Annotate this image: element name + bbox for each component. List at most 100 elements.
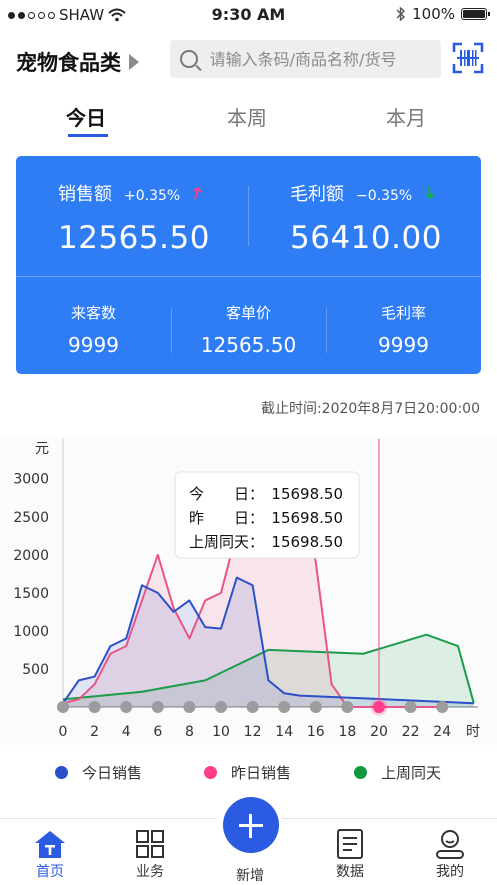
metric-value: 12565.50 bbox=[200, 333, 297, 357]
status-bar: SHAW 9:30 AM 100% bbox=[0, 0, 497, 30]
search-box[interactable] bbox=[170, 40, 441, 78]
legend-item-today[interactable]: 今日销售 bbox=[55, 762, 142, 783]
tabbar-label: 新增 bbox=[236, 868, 264, 884]
legend-dot bbox=[55, 766, 68, 779]
y-tick-label: 3000 bbox=[13, 472, 49, 488]
y-axis-label: 元 bbox=[35, 441, 49, 457]
tooltip-label: 昨 日： bbox=[189, 509, 264, 527]
summary-card: 销售额 +0.35% 12565.50 毛利额 −0.35% 56410.00 … bbox=[16, 156, 481, 374]
x-tick-label: 8 bbox=[185, 724, 194, 740]
legend-dot bbox=[204, 766, 217, 779]
x-tick-label: 16 bbox=[307, 724, 325, 740]
tabbar-home[interactable]: 首页 bbox=[15, 827, 85, 881]
x-tick-dot bbox=[151, 701, 164, 713]
bluetooth-icon bbox=[396, 6, 406, 22]
sales-label: 销售额 bbox=[58, 184, 112, 205]
x-tick-dot bbox=[88, 701, 101, 713]
tabbar-data[interactable]: 数据 bbox=[315, 827, 385, 881]
x-tick-dot bbox=[436, 701, 449, 713]
x-tick-dot bbox=[341, 701, 354, 713]
x-tick-dot bbox=[57, 701, 69, 713]
x-tick-dot bbox=[309, 701, 322, 713]
caret-right-icon bbox=[129, 54, 139, 70]
gross-profit-kpi: 毛利额 −0.35% 56410.00 bbox=[290, 180, 442, 256]
metric-value: 9999 bbox=[68, 333, 119, 357]
arrow-down-icon bbox=[425, 186, 435, 200]
x-tick-dot bbox=[278, 701, 291, 713]
tabbar-label: 首页 bbox=[36, 864, 64, 880]
metric-margin: 毛利率 9999 bbox=[326, 302, 481, 357]
metric-avg-ticket: 客单价 12565.50 bbox=[171, 302, 326, 357]
x-tick-label: 0 bbox=[59, 724, 68, 740]
battery-icon bbox=[461, 8, 490, 20]
divider bbox=[16, 276, 481, 277]
tabbar-label: 业务 bbox=[136, 864, 164, 880]
gross-profit-label: 毛利额 bbox=[290, 184, 344, 205]
document-icon bbox=[337, 829, 363, 859]
grid-icon bbox=[136, 830, 164, 858]
legend-dot bbox=[354, 766, 367, 779]
x-tick-label: 4 bbox=[122, 724, 131, 740]
tabbar-label: 我的 bbox=[436, 864, 464, 880]
tooltip-value: 15698.50 bbox=[271, 509, 343, 527]
tabbar-profile[interactable]: 我的 bbox=[415, 827, 485, 881]
home-icon bbox=[35, 831, 65, 858]
tab-month[interactable]: 本月 bbox=[386, 102, 426, 131]
header: 宠物食品类 bbox=[0, 38, 497, 82]
sales-value: 12565.50 bbox=[58, 220, 210, 256]
barcode-scan-icon[interactable] bbox=[452, 42, 484, 74]
metric-label: 毛利率 bbox=[380, 304, 426, 322]
category-label: 宠物食品类 bbox=[16, 51, 121, 75]
x-tick-dot bbox=[120, 701, 133, 713]
metric-label: 客单价 bbox=[225, 304, 271, 322]
x-tick-label: 10 bbox=[212, 724, 230, 740]
metric-label: 来客数 bbox=[70, 304, 116, 322]
sales-change: +0.35% bbox=[124, 188, 181, 204]
sales-chart[interactable]: 500 1000 1500 2000 2500 3000 元 0 2 4 6 8 10 12 14 16 18 2… bbox=[0, 437, 497, 745]
legend-item-last-week[interactable]: 上周同天 bbox=[354, 762, 441, 783]
tooltip-value: 15698.50 bbox=[271, 533, 343, 551]
tooltip-label: 上周同天： bbox=[189, 533, 264, 551]
legend-label: 昨日销售 bbox=[231, 764, 292, 782]
divider bbox=[248, 186, 249, 246]
arrow-up-icon bbox=[193, 186, 203, 200]
y-tick-label: 2500 bbox=[13, 510, 49, 526]
chart-tooltip: 今 日： 15698.50 昨 日： 15698.50 上周同天： 15698.50 bbox=[174, 471, 360, 559]
cutoff-time: 截止时间:2020年8月7日20:00:00 bbox=[260, 401, 480, 417]
period-tabs: 今日 本周 本月 bbox=[0, 98, 497, 138]
x-tick-label: 6 bbox=[153, 724, 162, 740]
tab-week[interactable]: 本周 bbox=[227, 102, 267, 131]
active-tab-indicator bbox=[68, 134, 108, 137]
search-input[interactable] bbox=[207, 48, 441, 70]
metric-value: 9999 bbox=[378, 333, 429, 357]
x-tick-dot bbox=[246, 701, 259, 713]
x-tick-dot bbox=[373, 701, 385, 713]
y-tick-label: 500 bbox=[22, 662, 49, 678]
x-tick-label: 14 bbox=[275, 724, 293, 740]
y-tick-label: 2000 bbox=[13, 548, 49, 564]
x-tick-label: 20 bbox=[370, 724, 388, 740]
x-tick-label: 2 bbox=[90, 724, 99, 740]
sales-kpi: 销售额 +0.35% 12565.50 bbox=[58, 180, 210, 256]
y-tick-label: 1000 bbox=[13, 624, 49, 640]
tabbar-business[interactable]: 业务 bbox=[115, 827, 185, 881]
chart-legend: 今日销售 昨日销售 上周同天 bbox=[0, 762, 497, 792]
status-right: 100% bbox=[396, 5, 490, 23]
user-icon bbox=[436, 830, 464, 859]
tooltip-label: 今 日： bbox=[189, 485, 264, 503]
category-selector[interactable]: 宠物食品类 bbox=[16, 47, 139, 77]
x-tick-label: 12 bbox=[244, 724, 262, 740]
legend-item-yesterday[interactable]: 昨日销售 bbox=[204, 762, 291, 783]
tab-today[interactable]: 今日 bbox=[66, 102, 106, 131]
x-axis-label: 时 bbox=[466, 724, 480, 740]
gross-profit-value: 56410.00 bbox=[290, 220, 442, 256]
tooltip-value: 15698.50 bbox=[271, 485, 343, 503]
x-tick-dot bbox=[404, 701, 417, 713]
add-button[interactable] bbox=[223, 797, 279, 853]
x-tick-label: 22 bbox=[402, 724, 420, 740]
legend-label: 上周同天 bbox=[381, 764, 442, 782]
x-tick-dot bbox=[215, 701, 227, 713]
legend-label: 今日销售 bbox=[82, 764, 143, 782]
y-tick-label: 1500 bbox=[13, 586, 49, 602]
sales-chart-svg[interactable]: 50010001500200025003000元0 2 4 6 8 10 12 14 16 18 2… bbox=[0, 437, 497, 745]
